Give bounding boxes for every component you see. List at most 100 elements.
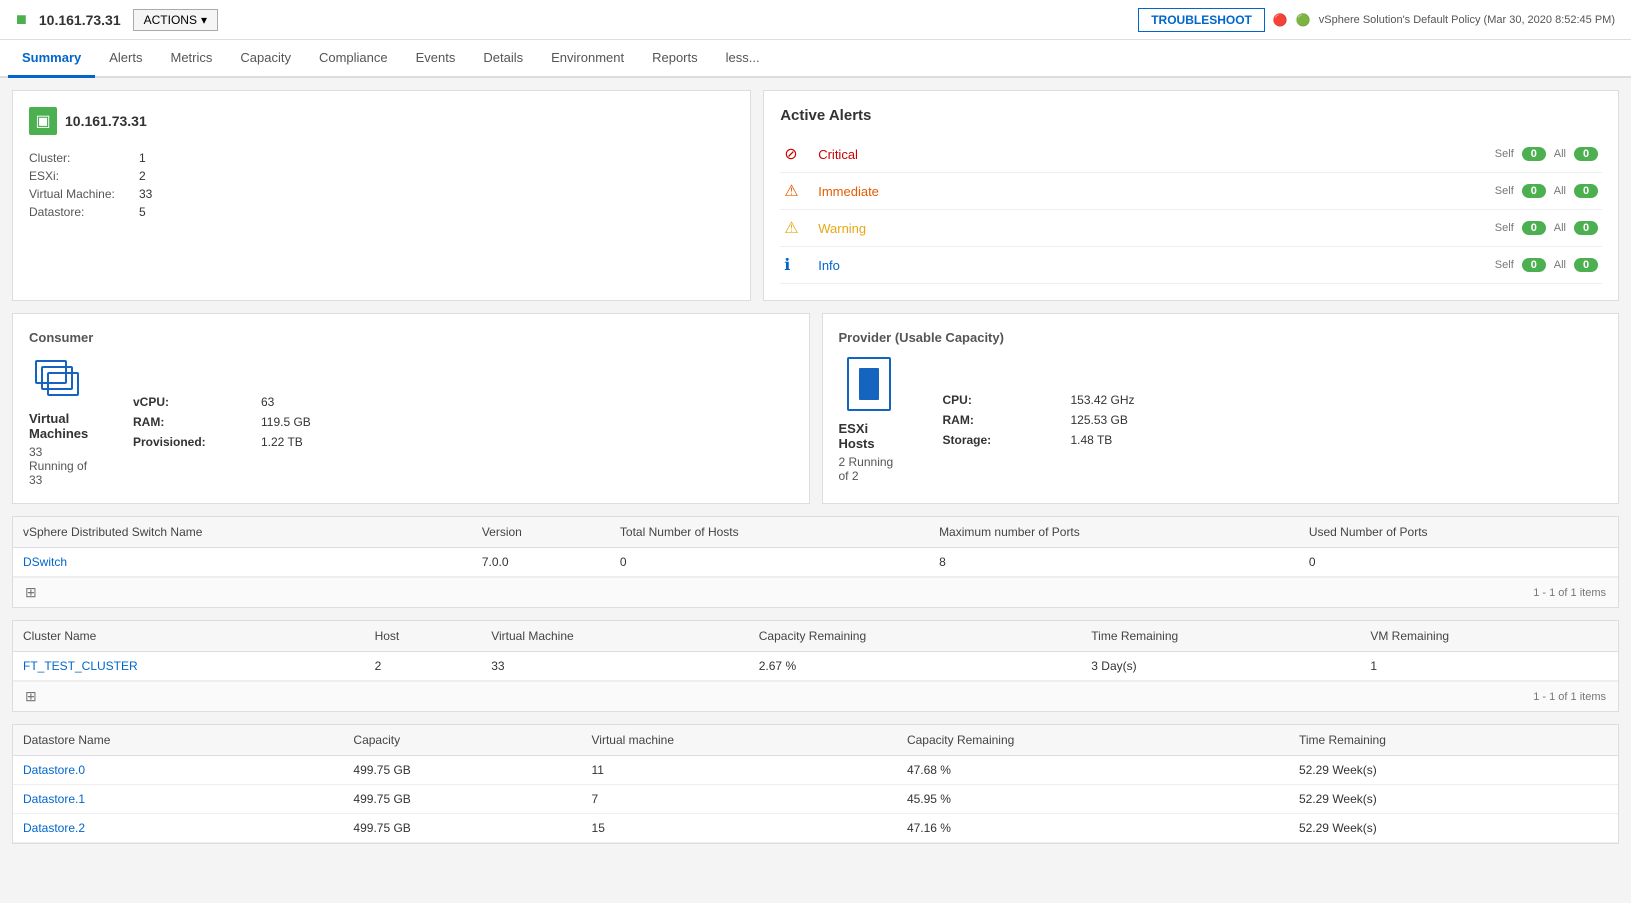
host-name-label: 10.161.73.31: [65, 113, 147, 129]
top-bar-left: ■ 10.161.73.31 ACTIONS ▾: [16, 9, 218, 31]
resource-panels: Consumer Virtual Machines 33 Running of …: [12, 313, 1619, 504]
consumer-content: Virtual Machines 33 Running of 33 vCPU:6…: [29, 357, 793, 487]
info-label: Datastore:: [29, 205, 139, 219]
consumer-title: Consumer: [29, 330, 793, 345]
info-label: Virtual Machine:: [29, 187, 139, 201]
table-cell: 499.75 GB: [343, 756, 581, 785]
alert-row-warning: ⚠ Warning Self 0 All 0: [780, 210, 1602, 247]
nav-tab-summary[interactable]: Summary: [8, 40, 95, 78]
info-value: 5: [139, 205, 734, 219]
table-cell: 2.67 %: [749, 652, 1082, 681]
provider-panel: Provider (Usable Capacity) ESXi Hosts 2 …: [822, 313, 1620, 504]
info-panel-header: ▣ 10.161.73.31: [29, 107, 734, 135]
policy-text: vSphere Solution's Default Policy (Mar 3…: [1319, 14, 1615, 26]
consumer-sublabel: 33 Running of 33: [29, 445, 89, 487]
top-bar-right: TROUBLESHOOT 🔴 🟢 vSphere Solution's Defa…: [1138, 8, 1615, 32]
troubleshoot-button[interactable]: TROUBLESHOOT: [1138, 8, 1265, 32]
table-link[interactable]: Datastore.0: [23, 763, 85, 777]
nav-tab-capacity[interactable]: Capacity: [226, 40, 305, 78]
nav-tab-reports[interactable]: Reports: [638, 40, 712, 78]
cluster-table: Cluster NameHostVirtual MachineCapacity …: [13, 621, 1618, 681]
table-link[interactable]: Datastore.2: [23, 821, 85, 835]
col-header: Datastore Name: [13, 725, 343, 756]
col-header: vSphere Distributed Switch Name: [13, 517, 472, 548]
col-header: Virtual machine: [582, 725, 897, 756]
info-table: Cluster:1ESXi:2Virtual Machine:33Datasto…: [29, 151, 734, 219]
table-cell: 11: [582, 756, 897, 785]
table-cell: 15: [582, 814, 897, 843]
table-row: Datastore.0499.75 GB1147.68 %52.29 Week(…: [13, 756, 1618, 785]
col-header: Time Remaining: [1081, 621, 1360, 652]
table-link-cell[interactable]: Datastore.0: [13, 756, 343, 785]
consumer-stats: vCPU:63RAM:119.5 GBProvisioned:1.22 TB: [133, 395, 311, 449]
host-icon: ▣: [29, 107, 57, 135]
table-row: FT_TEST_CLUSTER2332.67 %3 Day(s)1: [13, 652, 1618, 681]
table-row: Datastore.1499.75 GB745.95 %52.29 Week(s…: [13, 785, 1618, 814]
table-cell: 33: [481, 652, 749, 681]
stat-value: 125.53 GB: [1071, 413, 1135, 427]
col-header: Host: [365, 621, 482, 652]
info-value: 2: [139, 169, 734, 183]
table-cell: 1: [1360, 652, 1618, 681]
nav-tab-details[interactable]: Details: [469, 40, 537, 78]
alert-all-immediate: 0: [1574, 184, 1598, 198]
cluster-pagination: 1 - 1 of 1 items: [1533, 691, 1606, 703]
status-icon-1: 🔴: [1273, 13, 1288, 27]
stat-label: RAM:: [133, 415, 253, 429]
table-link-cell[interactable]: Datastore.1: [13, 785, 343, 814]
table-link-cell[interactable]: FT_TEST_CLUSTER: [13, 652, 365, 681]
nav-tab-less[interactable]: less...: [712, 40, 774, 78]
stat-value: 119.5 GB: [261, 415, 311, 429]
table-cell: 499.75 GB: [343, 785, 581, 814]
alert-self-warning: 0: [1522, 221, 1546, 235]
actions-button[interactable]: ACTIONS ▾: [133, 9, 218, 31]
table-link[interactable]: FT_TEST_CLUSTER: [23, 659, 138, 673]
info-panel: ▣ 10.161.73.31 Cluster:1ESXi:2Virtual Ma…: [12, 90, 751, 301]
col-header: Time Remaining: [1289, 725, 1618, 756]
table-cell: 7: [582, 785, 897, 814]
table-cell: 499.75 GB: [343, 814, 581, 843]
table-cell: 0: [1299, 548, 1618, 577]
alert-counts-info: Self 0 All 0: [1495, 258, 1598, 272]
table-cell: 52.29 Week(s): [1289, 814, 1618, 843]
table-link-cell[interactable]: Datastore.2: [13, 814, 343, 843]
alert-self-immediate: 0: [1522, 184, 1546, 198]
alert-all-warning: 0: [1574, 221, 1598, 235]
table-row: Datastore.2 499.75 GB1547.16 %52.29 Week(…: [13, 814, 1618, 843]
table-cell: 2: [365, 652, 482, 681]
nav-tab-alerts[interactable]: Alerts: [95, 40, 156, 78]
table-link[interactable]: DSwitch: [23, 555, 67, 569]
consumer-label: Virtual Machines: [29, 411, 89, 441]
col-header: Used Number of Ports: [1299, 517, 1618, 548]
alert-name-warning[interactable]: Warning: [818, 221, 1495, 236]
host-status-icon: ■: [16, 9, 27, 30]
alert-icon-info: ℹ: [784, 255, 808, 275]
provider-title: Provider (Usable Capacity): [839, 330, 1603, 345]
alert-name-critical[interactable]: Critical: [818, 147, 1495, 162]
nav-tab-metrics[interactable]: Metrics: [156, 40, 226, 78]
nav-tab-environment[interactable]: Environment: [537, 40, 638, 78]
provider-label: ESXi Hosts: [839, 421, 899, 451]
alert-icon-critical: ⊘: [784, 144, 808, 164]
nav-tab-events[interactable]: Events: [402, 40, 470, 78]
alert-name-info[interactable]: Info: [818, 258, 1495, 273]
table-cell: 45.95 %: [897, 785, 1289, 814]
consumer-panel: Consumer Virtual Machines 33 Running of …: [12, 313, 810, 504]
stat-value: 1.48 TB: [1071, 433, 1135, 447]
col-header: Total Number of Hosts: [610, 517, 929, 548]
main-content: ▣ 10.161.73.31 Cluster:1ESXi:2Virtual Ma…: [0, 78, 1631, 856]
switch-table-section: vSphere Distributed Switch NameVersionTo…: [12, 516, 1619, 608]
table-link-cell[interactable]: DSwitch: [13, 548, 472, 577]
table-cell: 47.16 %: [897, 814, 1289, 843]
nav-tabs: SummaryAlertsMetricsCapacityComplianceEv…: [0, 40, 1631, 78]
table-link[interactable]: Datastore.1: [23, 792, 85, 806]
alerts-panel: Active Alerts ⊘ Critical Self 0 All 0 ⚠ …: [763, 90, 1619, 301]
col-header: Capacity: [343, 725, 581, 756]
alert-row-critical: ⊘ Critical Self 0 All 0: [780, 136, 1602, 173]
alert-name-immediate[interactable]: Immediate: [818, 184, 1495, 199]
top-bar: ■ 10.161.73.31 ACTIONS ▾ TROUBLESHOOT 🔴 …: [0, 0, 1631, 40]
table-row: DSwitch7.0.0080: [13, 548, 1618, 577]
col-header: Cluster Name: [13, 621, 365, 652]
datastore-table-section: Datastore NameCapacityVirtual machineCap…: [12, 724, 1619, 844]
nav-tab-compliance[interactable]: Compliance: [305, 40, 402, 78]
